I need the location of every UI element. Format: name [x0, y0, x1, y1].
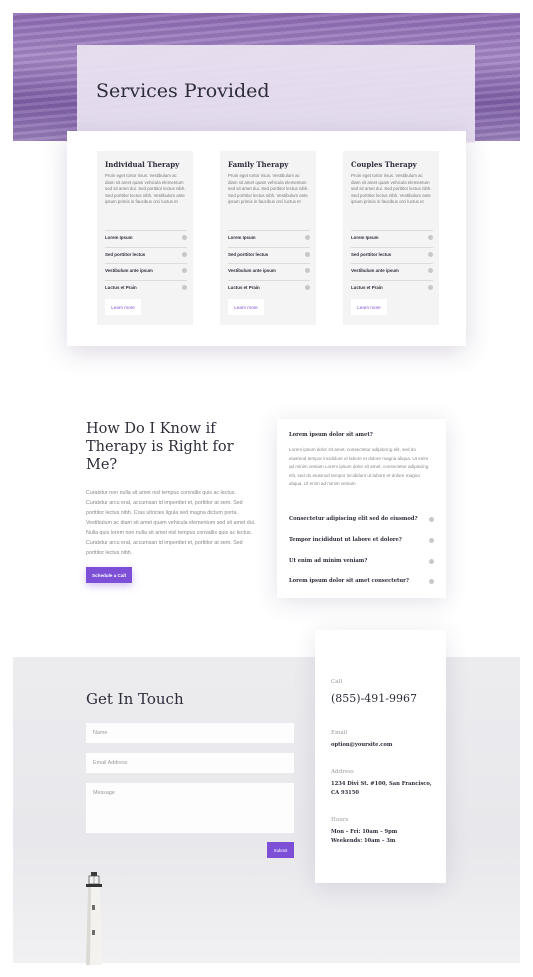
- bullet-dot-icon: [182, 284, 187, 290]
- bullet-dot-icon: [428, 268, 433, 273]
- expand-icon: [429, 516, 434, 522]
- learn-more-button[interactable]: Learn more: [228, 299, 264, 315]
- list-item: Lorem Ipsum: [105, 230, 187, 247]
- service-title: Couples Therapy: [351, 160, 417, 169]
- list-item: Vestibulum ante ipsum: [228, 263, 310, 280]
- bullet-dot-icon: [428, 235, 433, 240]
- faq-item[interactable]: Ut enim ad minim veniam?: [289, 557, 434, 567]
- service-card-family: Family Therapy Proin eget tortor risus. …: [220, 151, 316, 325]
- hours-weekdays: Mon – Fri: 10am – 9pm: [331, 829, 398, 835]
- service-card-couples: Couples Therapy Proin eget tortor risus.…: [343, 151, 439, 325]
- list-item: Luctus et Prain: [105, 279, 187, 297]
- faq-item[interactable]: Consectetur adipiscing elit sed do eiusm…: [289, 515, 434, 525]
- service-feature-list: Lorem Ipsum Sed porttitor lectus Vestibu…: [228, 230, 310, 296]
- bullet-dot-icon: [305, 251, 310, 257]
- address-label: Address: [331, 769, 354, 775]
- section-body: Curabitur non nulla sit amet nisl tempus…: [86, 490, 256, 556]
- faq-open-question[interactable]: Lorem ipsum dolor sit amet?: [289, 432, 373, 438]
- service-description: Proin eget tortor risus. Vestibulum ac d…: [105, 173, 186, 205]
- bullet-dot-icon: [428, 284, 433, 290]
- name-field[interactable]: [86, 723, 294, 743]
- learn-more-button[interactable]: Learn more: [105, 299, 141, 315]
- message-field[interactable]: [86, 783, 294, 833]
- service-description: Proin eget tortor risus. Vestibulum ac d…: [351, 173, 432, 205]
- list-item: Luctus et Prain: [228, 279, 310, 297]
- expand-icon: [429, 558, 434, 564]
- contact-info-card: Call (855)-491-9967 Email option@yoursit…: [315, 630, 446, 883]
- bullet-dot-icon: [305, 235, 310, 240]
- list-item: Luctus et Prain: [351, 279, 433, 297]
- service-description: Proin eget tortor risus. Vestibulum ac d…: [228, 173, 309, 205]
- section-title: How Do I Know if Therapy is Right for Me…: [86, 421, 234, 473]
- service-title: Family Therapy: [228, 160, 289, 169]
- expand-icon: [429, 578, 434, 584]
- service-card-individual: Individual Therapy Proin eget tortor ris…: [97, 151, 193, 325]
- list-item: Sed porttitor lectus: [105, 246, 187, 264]
- lighthouse-image: [86, 872, 102, 965]
- email-address[interactable]: option@yoursite.com: [331, 741, 439, 750]
- bullet-dot-icon: [428, 251, 433, 257]
- call-label: Call: [331, 679, 343, 685]
- service-title: Individual Therapy: [105, 160, 180, 169]
- list-item: Lorem Ipsum: [351, 230, 433, 247]
- service-feature-list: Lorem Ipsum Sed porttitor lectus Vestibu…: [351, 230, 433, 296]
- hours-weekends: Weekends: 10am – 3m: [331, 838, 396, 844]
- submit-button[interactable]: Submit: [267, 842, 294, 858]
- address-text: 1234 Divi St. #100, San Francisco, CA 93…: [331, 781, 432, 796]
- bullet-dot-icon: [305, 284, 310, 290]
- bullet-dot-icon: [305, 268, 310, 273]
- list-item: Sed porttitor lectus: [228, 246, 310, 264]
- bullet-dot-icon: [182, 251, 187, 257]
- page-title: Services Provided: [96, 80, 270, 102]
- bullet-dot-icon: [182, 235, 187, 240]
- email-field[interactable]: [86, 753, 294, 773]
- contact-title: Get In Touch: [86, 690, 184, 708]
- phone-number[interactable]: (855)-491-9967: [331, 692, 417, 705]
- schedule-call-button[interactable]: Schedule a Call: [86, 567, 132, 583]
- list-item: Vestibulum ante ipsum: [105, 263, 187, 280]
- list-item: Lorem Ipsum: [228, 230, 310, 247]
- list-item: Vestibulum ante ipsum: [351, 263, 433, 280]
- expand-icon: [429, 537, 434, 543]
- learn-more-button[interactable]: Learn more: [351, 299, 387, 315]
- bullet-dot-icon: [182, 268, 187, 273]
- email-label: Email: [331, 730, 348, 736]
- faq-open-answer: Lorem ipsum dolor sit amet, consectetur …: [289, 447, 429, 486]
- service-feature-list: Lorem Ipsum Sed porttitor lectus Vestibu…: [105, 230, 187, 296]
- faq-item[interactable]: Lorem ipsum dolor sit amet consectetur?: [289, 577, 434, 587]
- list-item: Sed porttitor lectus: [351, 246, 433, 264]
- hours-label: Hours: [331, 817, 349, 823]
- faq-item[interactable]: Tempor incididunt ut labore et dolore?: [289, 536, 434, 546]
- faq-accordion: Lorem ipsum dolor sit amet? Lorem ipsum …: [277, 419, 446, 598]
